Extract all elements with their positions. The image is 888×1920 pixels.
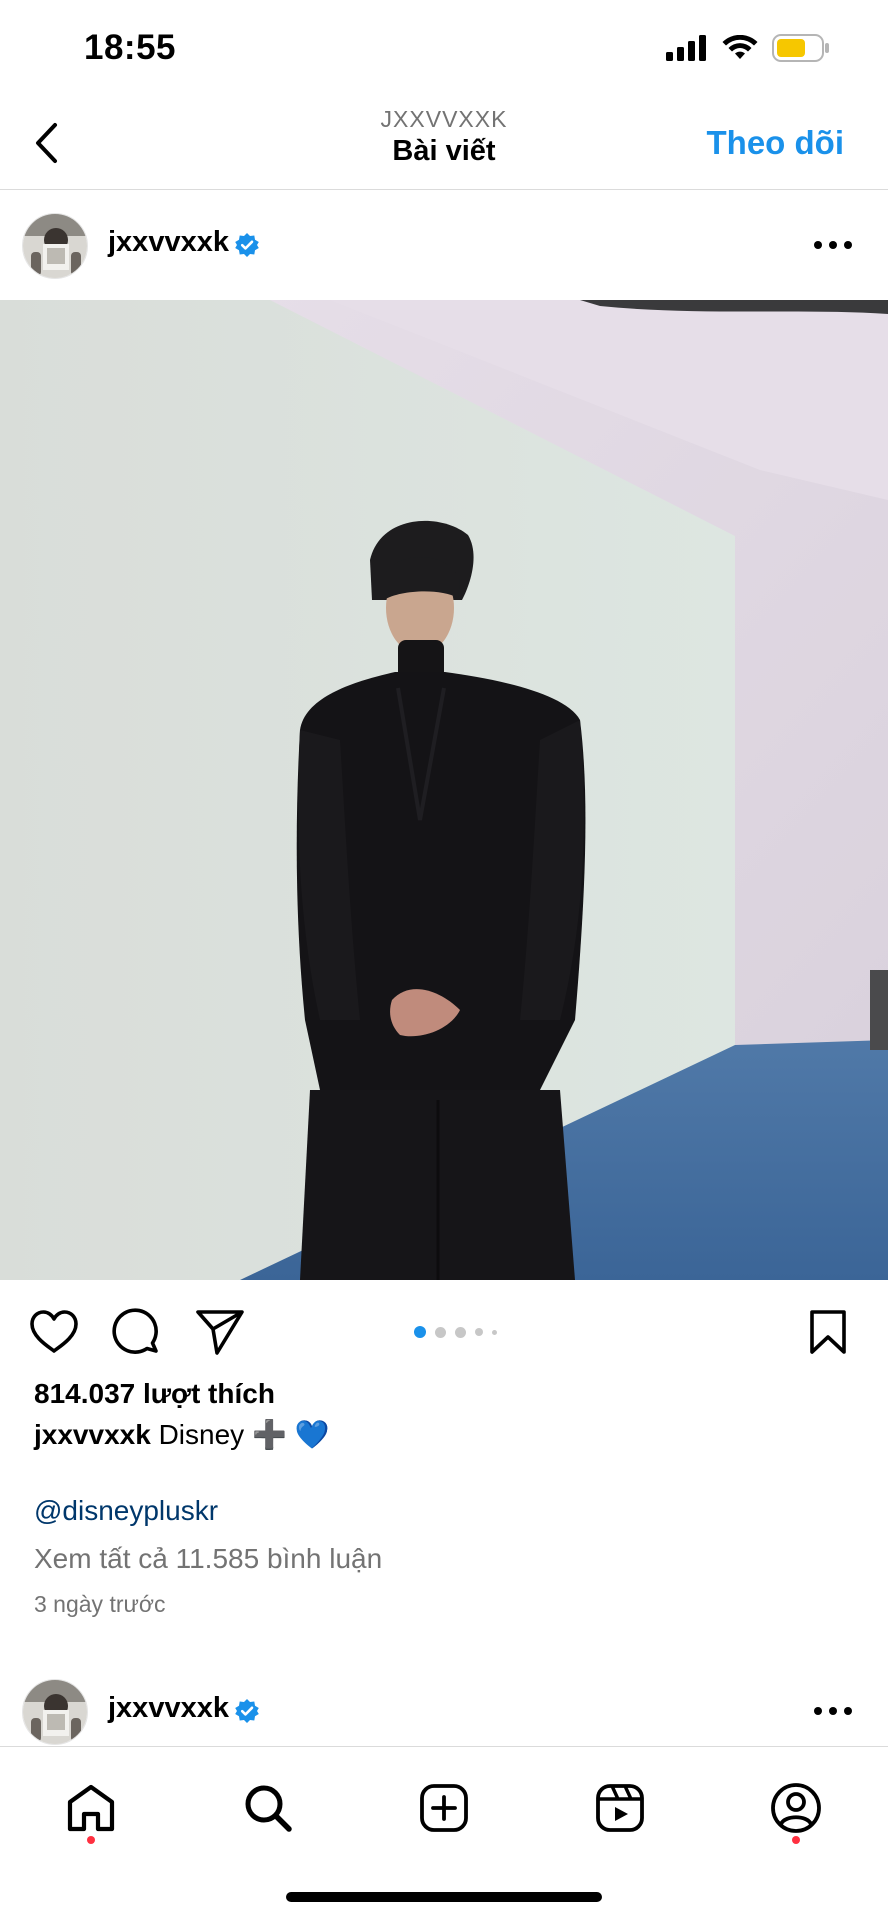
create-icon	[420, 1784, 468, 1832]
nav-header: JXXVVXXK Bài viết Theo dõi	[0, 96, 888, 190]
like-button[interactable]	[26, 1304, 82, 1360]
more-horizontal-icon	[814, 241, 852, 249]
wifi-icon	[722, 35, 758, 59]
profile-notification-dot	[792, 1836, 800, 1844]
tab-reels[interactable]	[587, 1775, 653, 1841]
comment-button[interactable]	[108, 1304, 164, 1360]
status-bar: 18:55	[0, 0, 888, 96]
home-icon	[67, 1784, 115, 1832]
carousel-dot	[492, 1329, 497, 1335]
save-button[interactable]	[800, 1304, 856, 1360]
status-icons	[666, 34, 830, 62]
carousel-indicator	[414, 1326, 497, 1338]
view-comments-link[interactable]: Xem tất cả 11.585 bình luận	[34, 1543, 382, 1575]
carousel-dot	[455, 1326, 466, 1338]
profile-icon	[771, 1783, 821, 1833]
heart-icon	[30, 1310, 78, 1353]
carousel-dot	[435, 1326, 446, 1338]
avatar[interactable]	[22, 213, 88, 279]
post-username[interactable]: jxxvvxxk	[108, 1692, 229, 1725]
share-button[interactable]	[192, 1304, 248, 1360]
likes-count[interactable]: 814.037 lượt thích	[34, 1378, 275, 1410]
carousel-dot	[475, 1328, 483, 1336]
avatar[interactable]	[22, 1679, 88, 1745]
send-icon	[196, 1310, 244, 1355]
verified-badge-icon	[235, 233, 259, 257]
post-username[interactable]: jxxvvxxk	[108, 226, 229, 259]
post-header: jxxvvxxk	[0, 210, 888, 280]
more-options-button[interactable]	[808, 1696, 858, 1726]
follow-button[interactable]: Theo dõi	[707, 124, 844, 162]
cellular-signal-icon	[666, 35, 706, 61]
post-actions	[0, 1296, 888, 1366]
avatar-image	[23, 1680, 87, 1744]
more-options-button[interactable]	[808, 230, 858, 260]
tab-create[interactable]	[411, 1775, 477, 1841]
tab-search[interactable]	[235, 1775, 301, 1841]
post-caption: jxxvvxxk Disney ➕ 💙	[34, 1418, 329, 1451]
post-image[interactable]	[0, 300, 888, 1280]
search-icon	[245, 1785, 292, 1832]
caption-username[interactable]: jxxvvxxk	[34, 1419, 151, 1450]
post-photo	[0, 300, 888, 1280]
bookmark-icon	[810, 1310, 846, 1354]
mention-link[interactable]: @disneypluskr	[34, 1495, 218, 1527]
home-indicator[interactable]	[286, 1892, 602, 1902]
next-post-header: jxxvvxxk	[0, 1676, 888, 1746]
status-time: 18:55	[84, 28, 177, 67]
caption-text: Disney ➕ 💙	[158, 1419, 330, 1450]
battery-icon	[772, 34, 829, 62]
carousel-dot-active	[414, 1326, 426, 1338]
tab-profile[interactable]	[763, 1775, 829, 1841]
post-timestamp: 3 ngày trước	[34, 1591, 166, 1617]
comment-icon	[112, 1308, 158, 1354]
tab-home[interactable]	[58, 1775, 124, 1841]
more-horizontal-icon	[814, 1707, 852, 1715]
avatar-image	[23, 214, 87, 278]
verified-badge-icon	[235, 1699, 259, 1723]
home-notification-dot	[87, 1836, 95, 1844]
reels-icon	[596, 1784, 644, 1832]
